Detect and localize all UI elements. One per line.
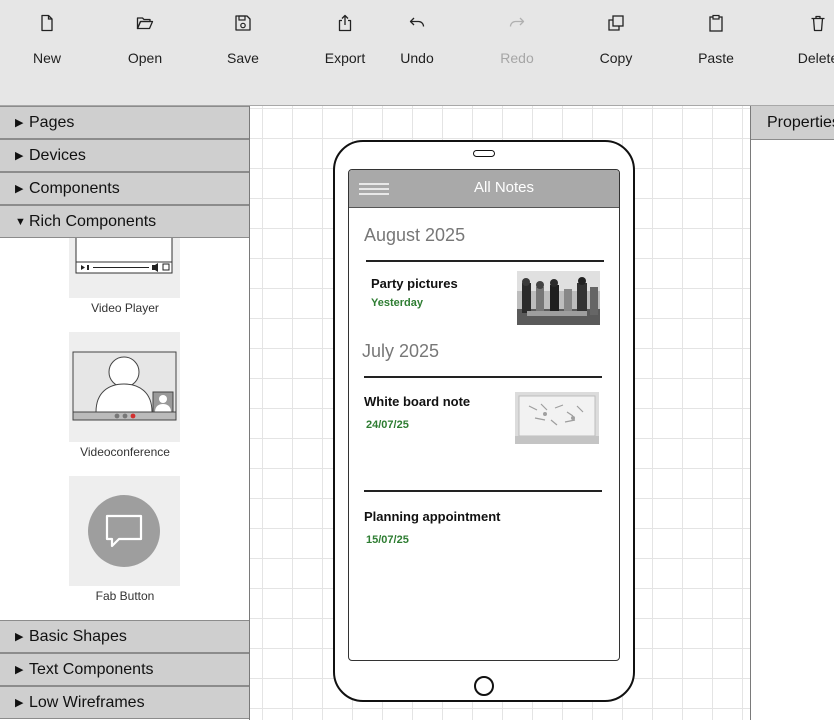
videoconference-icon: [72, 351, 177, 421]
new-button-label: New: [32, 50, 61, 66]
properties-panel: Properties: [750, 106, 834, 720]
phone-mockup[interactable]: All Notes August 2025 Party pictures Yes…: [333, 140, 635, 702]
video-player-caption: Video Player: [91, 301, 159, 315]
video-player-icon: [75, 238, 173, 274]
delete-button[interactable]: Delete: [778, 14, 834, 74]
section-label-pages: Pages: [29, 114, 75, 131]
export-button-label: Export: [324, 50, 366, 66]
fab-button-caption: Fab Button: [95, 589, 155, 603]
note-title: Planning appointment: [364, 509, 501, 524]
floppy-disk-icon: [203, 14, 283, 38]
expand-triangle-icon: ▶: [15, 664, 24, 676]
open-button-label: Open: [127, 50, 163, 66]
copy-button-label: Copy: [599, 50, 633, 66]
note-title: Party pictures: [371, 276, 458, 291]
section-label-components: Components: [29, 180, 120, 197]
videoconference-component[interactable]: [69, 332, 180, 442]
collapse-triangle-icon: ▼: [15, 216, 26, 228]
section-label-text-components: Text Components: [29, 661, 154, 678]
trash-icon: [778, 14, 834, 38]
expand-triangle-icon: ▶: [15, 117, 24, 129]
section-header-pages[interactable]: ▶ Pages: [0, 106, 249, 139]
fab-button-component[interactable]: [69, 476, 180, 586]
properties-header[interactable]: Properties: [751, 106, 834, 140]
toolbar: New Open Save Export Undo Redo Copy Past…: [0, 0, 834, 106]
delete-button-label: Delete: [797, 50, 834, 66]
folder-open-icon: [105, 14, 185, 38]
undo-arrow-icon: [377, 14, 457, 38]
section-header-low-wireframes[interactable]: ▶ Low Wireframes: [0, 686, 249, 719]
copy-button[interactable]: Copy: [576, 14, 656, 74]
note-date: Yesterday: [371, 297, 423, 309]
clipboard-paste-icon: [676, 14, 756, 38]
section-label-devices: Devices: [29, 147, 86, 164]
redo-button-label: Redo: [500, 50, 534, 66]
section-label-rich-components: Rich Components: [29, 213, 157, 230]
expand-triangle-icon: ▶: [15, 150, 24, 162]
export-button[interactable]: Export: [305, 14, 385, 74]
hamburger-menu-icon[interactable]: [359, 183, 389, 195]
component-library-panel: ▶ Pages ▶ Devices ▶ Components ▼ Rich Compon…: [0, 106, 250, 720]
note-date: 15/07/25: [366, 534, 409, 546]
phone-speaker: [473, 150, 495, 157]
save-button-label: Save: [227, 50, 259, 66]
paste-button-label: Paste: [698, 50, 734, 66]
section-header-text-components[interactable]: ▶ Text Components: [0, 653, 249, 686]
rich-components-library: Video Player Videoconference Fab Button: [0, 238, 249, 620]
section-title-july: July 2025: [362, 341, 440, 361]
video-player-component[interactable]: [69, 238, 180, 298]
expand-triangle-icon: ▶: [15, 697, 24, 709]
videoconference-caption: Videoconference: [80, 445, 170, 459]
whiteboard-photo-thumbnail[interactable]: [515, 392, 599, 444]
section-header-basic-shapes[interactable]: ▶ Basic Shapes: [0, 620, 249, 653]
open-button[interactable]: Open: [105, 14, 185, 74]
section-header-rich-components[interactable]: ▼ Rich Components: [0, 205, 249, 238]
copy-icon: [576, 14, 656, 38]
party-photo-thumbnail[interactable]: [517, 271, 600, 325]
paste-button[interactable]: Paste: [676, 14, 756, 74]
note-title: White board note: [364, 394, 471, 409]
section-divider: [364, 490, 602, 492]
section-header-devices[interactable]: ▶ Devices: [0, 139, 249, 172]
redo-arrow-icon: [477, 14, 557, 38]
note-date: 24/07/25: [366, 419, 409, 431]
undo-button[interactable]: Undo: [377, 14, 457, 74]
undo-button-label: Undo: [400, 50, 434, 66]
section-header-components[interactable]: ▶ Components: [0, 172, 249, 205]
new-file-icon: [7, 14, 87, 38]
section-title-august: August 2025: [364, 225, 466, 245]
section-divider: [366, 260, 604, 262]
share-export-icon: [305, 14, 385, 38]
design-canvas[interactable]: All Notes August 2025 Party pictures Yes…: [250, 106, 750, 720]
phone-screen[interactable]: All Notes August 2025 Party pictures Yes…: [348, 169, 620, 661]
phone-home-button: [474, 676, 494, 696]
section-label-low-wireframes: Low Wireframes: [29, 694, 145, 711]
redo-button[interactable]: Redo: [477, 14, 557, 74]
expand-triangle-icon: ▶: [15, 183, 24, 195]
section-label-basic-shapes: Basic Shapes: [29, 628, 127, 645]
app-title: All Notes: [473, 179, 535, 196]
new-button[interactable]: New: [7, 14, 87, 74]
app-bar[interactable]: All Notes: [349, 170, 619, 208]
fab-chat-icon: [88, 495, 160, 567]
expand-triangle-icon: ▶: [15, 631, 24, 643]
save-button[interactable]: Save: [203, 14, 283, 74]
section-divider: [364, 376, 602, 378]
